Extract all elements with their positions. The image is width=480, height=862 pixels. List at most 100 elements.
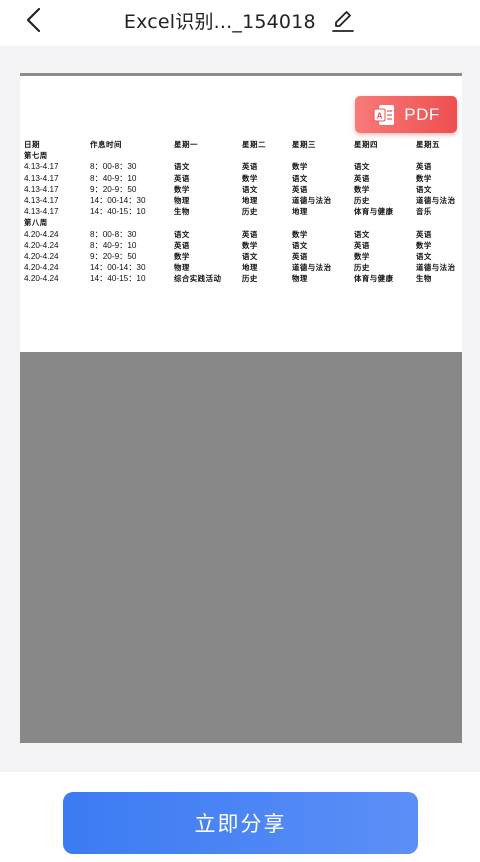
table-cell: 语文 — [416, 252, 432, 262]
table-cell: 语文 — [174, 162, 190, 172]
export-pdf-button[interactable]: A PDF — [355, 96, 457, 133]
table-cell: 8：40-9：10 — [90, 173, 137, 183]
table-cell: 14：40-15：10 — [90, 207, 146, 217]
column-header: 日期 — [24, 140, 40, 149]
share-button[interactable]: 立即分享 — [63, 792, 418, 854]
table-cell — [174, 217, 242, 228]
svg-text:A: A — [377, 111, 383, 120]
table-cell — [242, 217, 292, 228]
document-preview[interactable]: A PDF 日期 作息时间 星期一 星期二 星期三 星期四 星期五 第七周 4.1… — [20, 73, 462, 743]
table-cell — [174, 150, 242, 161]
table-cell: 14：00-14：30 — [90, 196, 146, 206]
table-row: 4.13-4.17 14：00-14：30 物理 地理 道德与法治 历史 道德与法治 — [24, 195, 462, 206]
page-title: Excel识别..._154018 — [123, 11, 316, 33]
table-cell — [354, 217, 416, 228]
table-cell: 数学 — [354, 252, 370, 262]
table-cell: 第七周 — [24, 151, 48, 161]
table-cell: 数学 — [292, 229, 308, 239]
table-cell: 物理 — [174, 196, 190, 206]
column-header: 星期一 — [174, 140, 198, 149]
table-cell: 4.20-4.24 — [24, 240, 59, 250]
table-cell: 地理 — [292, 207, 308, 217]
table-cell: 8：40-9：10 — [90, 240, 137, 250]
table-cell: 8：00-8：30 — [90, 229, 137, 239]
table-cell: 8：00-8：30 — [90, 162, 137, 172]
table-cell: 地理 — [242, 263, 258, 273]
table-cell: 第八周 — [24, 218, 48, 228]
table-cell: 体育与健康 — [354, 274, 394, 284]
table-row: 第七周 — [24, 150, 462, 161]
table-cell: 语文 — [174, 229, 190, 239]
table-row: 4.20-4.24 14：40-15：10 综合实践活动 历史 物理 体育与健康 生物 — [24, 273, 462, 284]
table-cell: 4.13-4.17 — [24, 207, 59, 217]
table-cell: 数学 — [354, 184, 370, 194]
table-cell — [90, 217, 174, 228]
table-cell: 数学 — [242, 173, 258, 183]
rename-button[interactable] — [330, 8, 356, 34]
pdf-button-label: PDF — [404, 104, 440, 124]
table-cell: 道德与法治 — [416, 196, 456, 206]
table-cell: 历史 — [354, 263, 370, 273]
table-cell: 语文 — [242, 184, 258, 194]
table-cell: 英语 — [416, 162, 432, 172]
table-cell: 9：20-9：50 — [90, 252, 137, 262]
table-cell — [416, 150, 462, 161]
table-cell — [90, 150, 174, 161]
table-row: 4.13-4.17 8：00-8：30 语文 英语 数学 语文 英语 — [24, 161, 462, 172]
table-cell: 4.13-4.17 — [24, 184, 59, 194]
table-cell: 14：40-15：10 — [90, 274, 146, 284]
table-cell: 音乐 — [416, 207, 432, 217]
table-cell: 4.20-4.24 — [24, 263, 59, 273]
table-cell: 地理 — [242, 196, 258, 206]
table-row: 第八周 — [24, 217, 462, 228]
table-row: 4.20-4.24 8：00-8：30 语文 英语 数学 语文 英语 — [24, 229, 462, 240]
table-cell: 生物 — [174, 207, 190, 217]
table-cell — [354, 150, 416, 161]
table-row: 4.13-4.17 14：40-15：10 生物 历史 地理 体育与健康 音乐 — [24, 206, 462, 217]
table-cell: 数学 — [174, 252, 190, 262]
table-cell: 英语 — [242, 229, 258, 239]
table-row: 4.20-4.24 14：00-14：30 物理 地理 道德与法治 历史 道德与法治 — [24, 262, 462, 273]
table-cell: 英语 — [354, 173, 370, 183]
table-cell: 英语 — [242, 162, 258, 172]
table-cell: 4.13-4.17 — [24, 173, 59, 183]
table-cell: 英语 — [292, 252, 308, 262]
table-cell: 9：20-9：50 — [90, 184, 137, 194]
table-cell: 数学 — [292, 162, 308, 172]
table-cell: 道德与法治 — [416, 263, 456, 273]
table-cell: 历史 — [354, 196, 370, 206]
table-row: 4.20-4.24 9：20-9：50 数学 语文 英语 数学 语文 — [24, 251, 462, 262]
table-cell: 数学 — [174, 184, 190, 194]
table-cell: 语文 — [416, 184, 432, 194]
table-cell: 数学 — [416, 240, 432, 250]
table-cell: 4.20-4.24 — [24, 274, 59, 284]
table-cell: 综合实践活动 — [174, 274, 222, 284]
table-cell: 历史 — [242, 207, 258, 217]
column-header: 星期四 — [354, 140, 378, 149]
table-cell: 历史 — [242, 274, 258, 284]
table-cell: 道德与法治 — [292, 196, 332, 206]
table-cell: 4.13-4.17 — [24, 196, 59, 206]
table-cell: 英语 — [174, 173, 190, 183]
table-cell: 道德与法治 — [292, 263, 332, 273]
table-cell: 物理 — [292, 274, 308, 284]
table-cell — [292, 150, 354, 161]
table-cell: 英语 — [292, 184, 308, 194]
table-cell: 体育与健康 — [354, 207, 394, 217]
table-cell: 英语 — [354, 240, 370, 250]
table-header-row: 日期 作息时间 星期一 星期二 星期三 星期四 星期五 — [24, 139, 462, 150]
table-row: 4.20-4.24 8：40-9：10 英语 数学 语文 英语 数学 — [24, 240, 462, 251]
bottom-bar: 立即分享 — [0, 772, 480, 862]
table-cell: 语文 — [354, 162, 370, 172]
table-cell: 数学 — [416, 173, 432, 183]
table-cell: 语文 — [292, 240, 308, 250]
table-cell — [242, 150, 292, 161]
schedule-table: 日期 作息时间 星期一 星期二 星期三 星期四 星期五 第七周 4.13-4.17… — [24, 139, 462, 285]
pdf-file-icon: A — [373, 104, 395, 125]
column-header: 星期五 — [416, 140, 440, 149]
column-header: 星期三 — [292, 140, 316, 149]
table-cell: 生物 — [416, 274, 432, 284]
table-row: 4.13-4.17 8：40-9：10 英语 数学 语文 英语 数学 — [24, 173, 462, 184]
table-cell: 4.20-4.24 — [24, 252, 59, 262]
column-header: 星期二 — [242, 140, 266, 149]
